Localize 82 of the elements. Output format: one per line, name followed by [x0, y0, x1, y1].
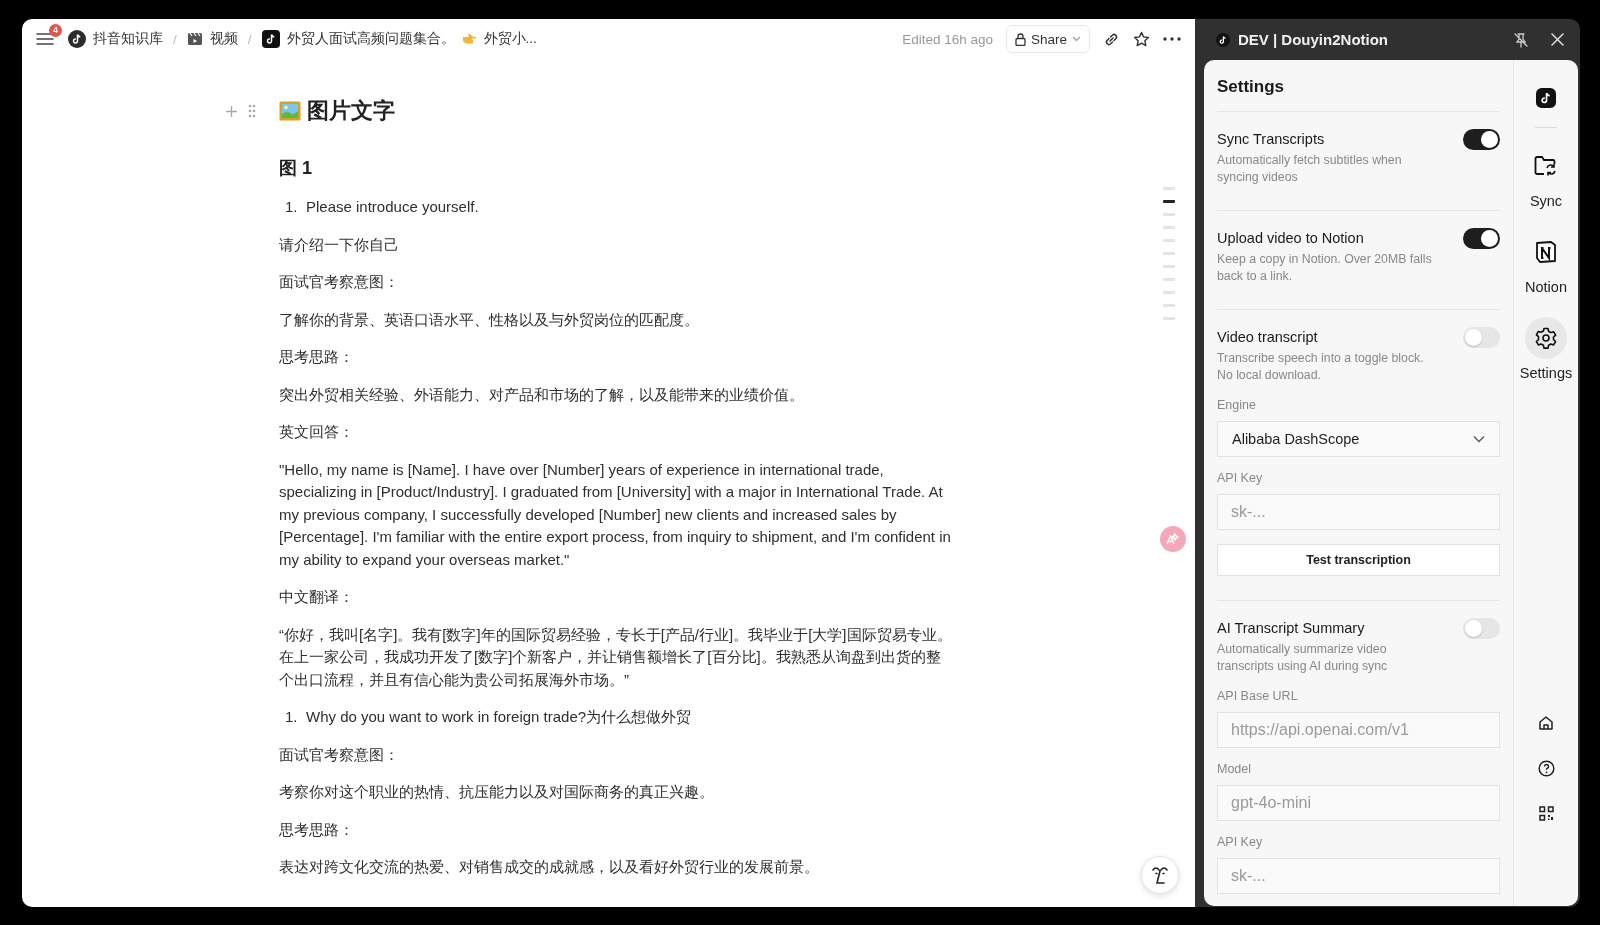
drag-handle-icon[interactable]	[248, 104, 256, 118]
page-heading: 图片文字	[307, 97, 395, 125]
paragraph: 突出外贸相关经验、外语能力、对产品和市场的了解，以及能带来的业绩价值。	[279, 384, 805, 405]
n-logo-icon	[1534, 240, 1558, 264]
breadcrumb-link[interactable]: 外贸小...	[483, 30, 537, 48]
edited-time: Edited 16h ago	[902, 31, 993, 47]
engine-select[interactable]: Alibaba DashScope	[1217, 421, 1500, 457]
test-button[interactable]: Test transcription	[1217, 544, 1500, 576]
field-label: API Key	[1217, 834, 1264, 850]
help-icon[interactable]	[1537, 760, 1555, 777]
setting-description: Automatically fetch subtitles when syncing videos	[1217, 152, 1403, 186]
setting-title: AI Transcript Summary	[1217, 619, 1366, 638]
panel-title: DEV | Douyin2Notion	[1238, 31, 1389, 48]
list-item-text: Please introduce yourself.	[306, 197, 479, 217]
input-field[interactable]: https://api.openai.com/v1	[1217, 712, 1500, 748]
field-label: Model	[1217, 761, 1253, 777]
lock-icon	[1014, 32, 1026, 46]
breadcrumb-link[interactable]: 外贸人面试高频问题集合。	[286, 30, 455, 48]
breadcrumb-link[interactable]: 抖音知识库	[93, 30, 163, 48]
settings-title: Settings	[1217, 60, 1500, 112]
close-icon[interactable]	[1551, 33, 1564, 46]
setting-title: Video transcript	[1217, 328, 1319, 347]
paragraph: 了解你的背景、英语口语水平、性格以及与外贸岗位的匹配度。	[279, 309, 700, 330]
pointing-hand-icon	[461, 33, 477, 45]
add-block-icon[interactable]	[225, 104, 238, 118]
list-number: 1.	[285, 197, 299, 217]
paragraph: 思考思路：	[279, 819, 355, 840]
outline-marker[interactable]	[1163, 200, 1175, 203]
breadcrumb-separator: /	[247, 31, 252, 47]
toggle-switch[interactable]	[1463, 618, 1500, 639]
paragraph: 中文翻译：	[279, 587, 355, 607]
paragraph: 思考思路：	[279, 347, 355, 367]
paragraph: “你好，我叫[名字]。我有[数字]年的国际贸易经验，专长于[产品/行业]。我毕业于[大学]国际贸易专业。在上一家公司，我成功开发了[数字]个新客户，并让销售额增长了[百分比]。我熟悉从询盘到出货的整个出口流程，并且有信心能为贵公司拓展海外市场。”	[279, 624, 953, 690]
more-icon[interactable]	[1163, 37, 1181, 41]
nav-item[interactable]: Sync	[1525, 145, 1567, 210]
input-field[interactable]: gpt-4o-mini	[1217, 785, 1500, 821]
list-number: 1.	[285, 707, 299, 727]
setting-description: Automatically summarize video transcripts using AI during sync	[1217, 641, 1389, 675]
translate-icon[interactable]	[1160, 526, 1186, 552]
assistant-button[interactable]	[1141, 856, 1179, 894]
setting-description: Transcribe speech into a toggle block. No local download.	[1217, 350, 1425, 384]
section-heading: 图 1	[279, 157, 313, 180]
music-note-icon	[68, 30, 86, 48]
paragraph: 面试官考察意图：	[279, 744, 400, 765]
paragraph: 面试官考察意图：	[279, 272, 400, 292]
list-item-text: Why do you want to work in foreign trade?为什么想做外贸	[306, 707, 692, 727]
qr-code-icon[interactable]	[1538, 806, 1554, 821]
music-note-icon	[261, 30, 280, 48]
music-note-icon	[1216, 32, 1230, 47]
settings-icon	[1535, 327, 1557, 349]
toggle-switch[interactable]	[1463, 129, 1500, 150]
paragraph: 请介绍一下你自己	[279, 234, 400, 255]
setting-title: Upload video to Notion	[1217, 229, 1365, 248]
breadcrumb-separator: /	[173, 31, 177, 47]
caret-icon	[1072, 36, 1081, 42]
toggle-switch[interactable]	[1463, 327, 1500, 348]
input-field[interactable]: sk-...	[1217, 858, 1500, 894]
squiggle-icon	[1150, 864, 1170, 886]
paragraph: 表达对跨文化交流的热爱、对销售成交的成就感，以及看好外贸行业的发展前景。	[279, 857, 820, 877]
toggle-switch[interactable]	[1463, 228, 1500, 249]
star-icon[interactable]	[1133, 30, 1150, 48]
breadcrumb-link[interactable]: 视频	[209, 30, 238, 48]
field-label: API Key	[1217, 470, 1264, 486]
paragraph: "Hello, my name is [Name]. I have over [Number] years of experience in international trade, specializing in [Product/Industry]. I graduated from [University] with a major in International Trade. At my previous company, I successfully developed [Number] new clients and increased sales by [Percentage]. I'm familiar with the entire export process, from inquiry to shipment, and I'm confident in my ability to expand your overseas market."	[279, 459, 952, 570]
unpin-icon[interactable]	[1513, 31, 1529, 48]
folder-sync-icon	[1534, 155, 1558, 177]
field-label: API Base URL	[1217, 688, 1299, 704]
framed-picture-icon	[279, 100, 301, 122]
nav-item[interactable]: Notion	[1525, 231, 1567, 296]
input-field[interactable]: sk-...	[1217, 494, 1500, 530]
chevron-down-icon	[1473, 435, 1485, 443]
home-icon[interactable]	[1538, 715, 1554, 731]
music-note-icon[interactable]	[1536, 88, 1556, 108]
paragraph: 考察你对这个职业的热情、抗压能力以及对国际商务的真正兴趣。	[279, 782, 715, 802]
clapperboard-icon	[186, 31, 203, 47]
setting-description: Keep a copy in Notion. Over 20MB falls back to a link.	[1217, 251, 1432, 285]
setting-title: Sync Transcripts	[1217, 130, 1326, 149]
share-button[interactable]: Share	[1005, 25, 1090, 53]
notification-badge: 4	[49, 24, 62, 37]
field-label: Engine	[1217, 397, 1257, 413]
paragraph: 英文回答：	[279, 422, 355, 442]
menu-icon[interactable]	[36, 32, 54, 46]
